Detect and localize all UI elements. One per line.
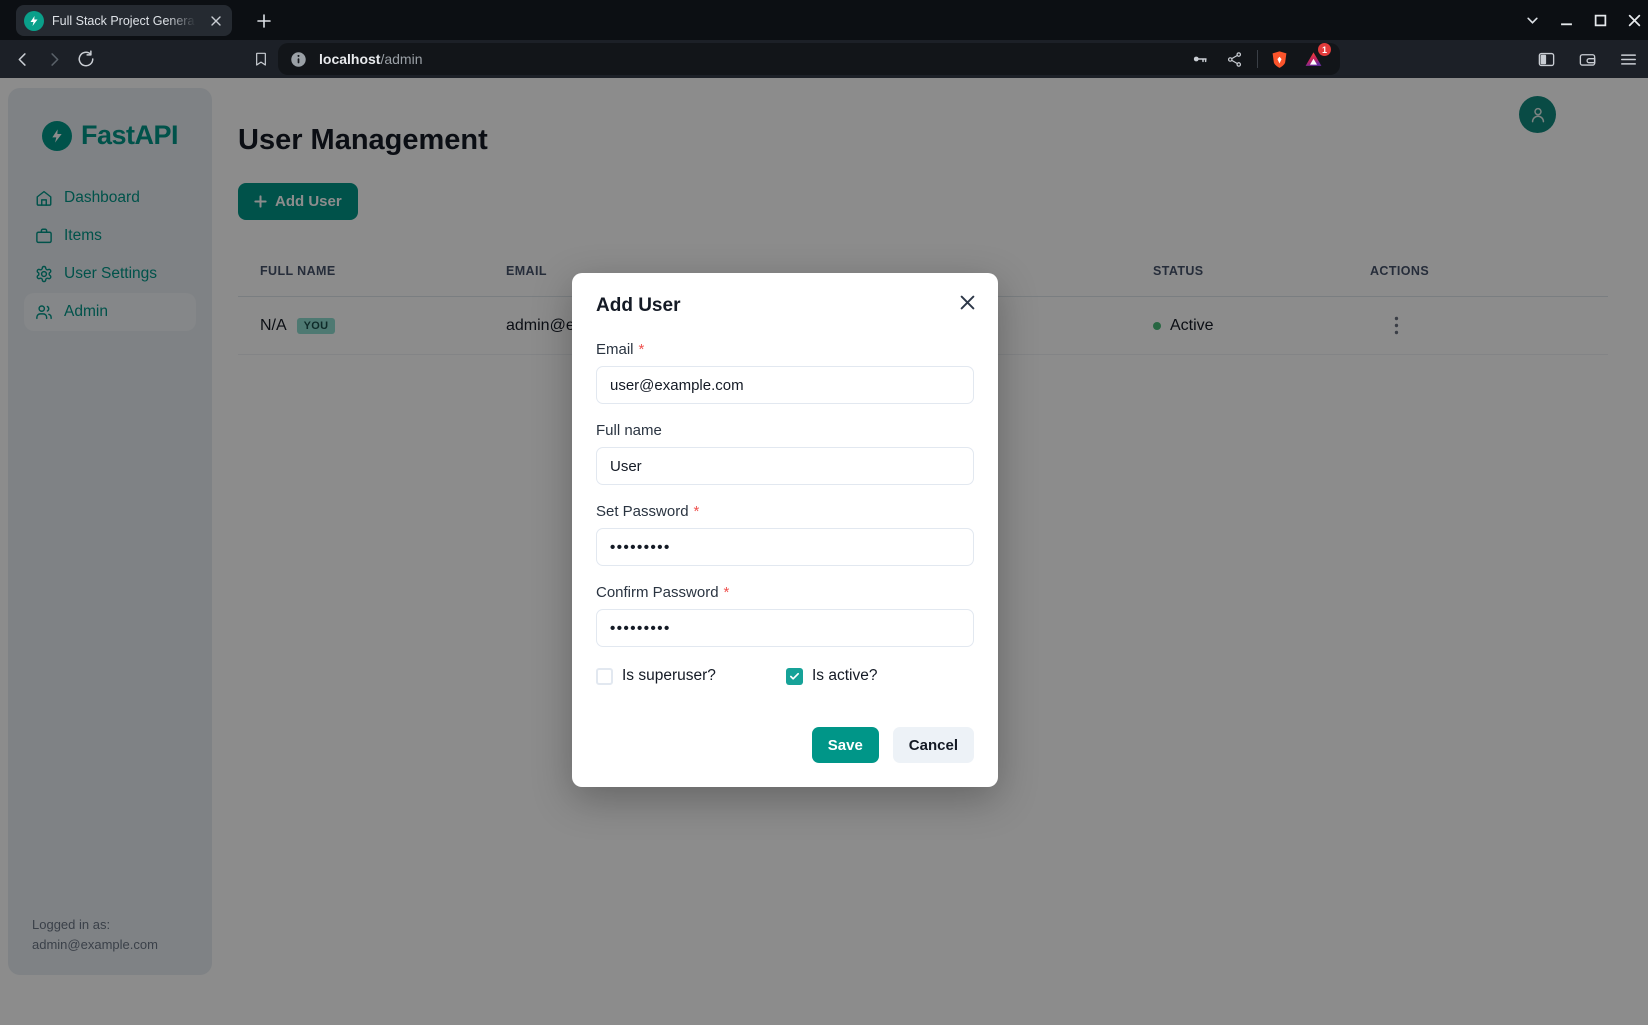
required-asterisk: * [694,503,700,520]
brave-rewards-icon[interactable]: 1 [1300,46,1326,72]
full-name-field-label: Full name [596,422,974,439]
reload-icon[interactable] [71,44,101,74]
url-text: localhost/admin [319,51,423,67]
save-button[interactable]: Save [812,727,879,763]
confirm-password-field[interactable] [596,609,974,647]
bookmark-icon[interactable] [246,44,276,74]
confirm-password-field-label: Confirm Password * [596,584,974,601]
modal-title: Add User [596,295,974,317]
is-active-checkbox-group[interactable]: Is active? [786,667,877,685]
brave-shield-icon[interactable] [1266,46,1292,72]
toolbar-right [1532,44,1642,74]
password-key-icon[interactable] [1187,46,1213,72]
window-minimize-icon[interactable] [1559,13,1574,28]
tab-search-chevron-icon[interactable] [1525,13,1540,28]
browser-tab[interactable]: Full Stack Project Genera [16,5,232,36]
divider [1257,50,1258,68]
browser-toolbar: localhost/admin 1 [0,40,1648,78]
add-user-modal: Add User Email * Full name Set Password … [572,273,998,787]
tab-title: Full Stack Project Genera [52,14,199,28]
wallet-icon[interactable] [1573,44,1601,74]
is-superuser-checkbox[interactable] [596,668,613,685]
fastapi-favicon-icon [24,11,44,31]
is-active-checkbox[interactable] [786,668,803,685]
sidebar-panel-icon[interactable] [1532,44,1560,74]
set-password-field[interactable] [596,528,974,566]
cancel-button[interactable]: Cancel [893,727,974,763]
required-asterisk: * [639,341,645,358]
share-icon[interactable] [1221,46,1247,72]
set-password-field-label: Set Password * [596,503,974,520]
modal-close-icon[interactable] [952,287,982,317]
modal-footer: Save Cancel [596,727,974,763]
checkbox-row: Is superuser? Is active? [596,667,974,685]
forward-icon[interactable] [39,44,69,74]
window-controls [1525,0,1642,40]
back-icon[interactable] [7,44,37,74]
window-close-icon[interactable] [1627,13,1642,28]
url-path: /admin [380,51,422,67]
full-name-field[interactable] [596,447,974,485]
tab-close-icon[interactable] [207,12,225,30]
is-active-label: Is active? [812,667,877,685]
new-tab-button[interactable] [250,7,277,34]
page-viewport: FastAPI Dashboard Items User Settings [0,78,1648,1025]
required-asterisk: * [724,584,730,601]
rewards-badge: 1 [1318,43,1331,56]
email-field-label: Email * [596,341,974,358]
browser-tabstrip: Full Stack Project Genera [0,0,1648,40]
url-host: localhost [319,51,380,67]
is-superuser-checkbox-group[interactable]: Is superuser? [596,667,786,685]
menu-hamburger-icon[interactable] [1614,44,1642,74]
is-superuser-label: Is superuser? [622,667,716,685]
url-bar[interactable]: localhost/admin 1 [278,43,1340,75]
email-field[interactable] [596,366,974,404]
window-maximize-icon[interactable] [1593,13,1608,28]
site-info-icon[interactable] [290,51,307,68]
